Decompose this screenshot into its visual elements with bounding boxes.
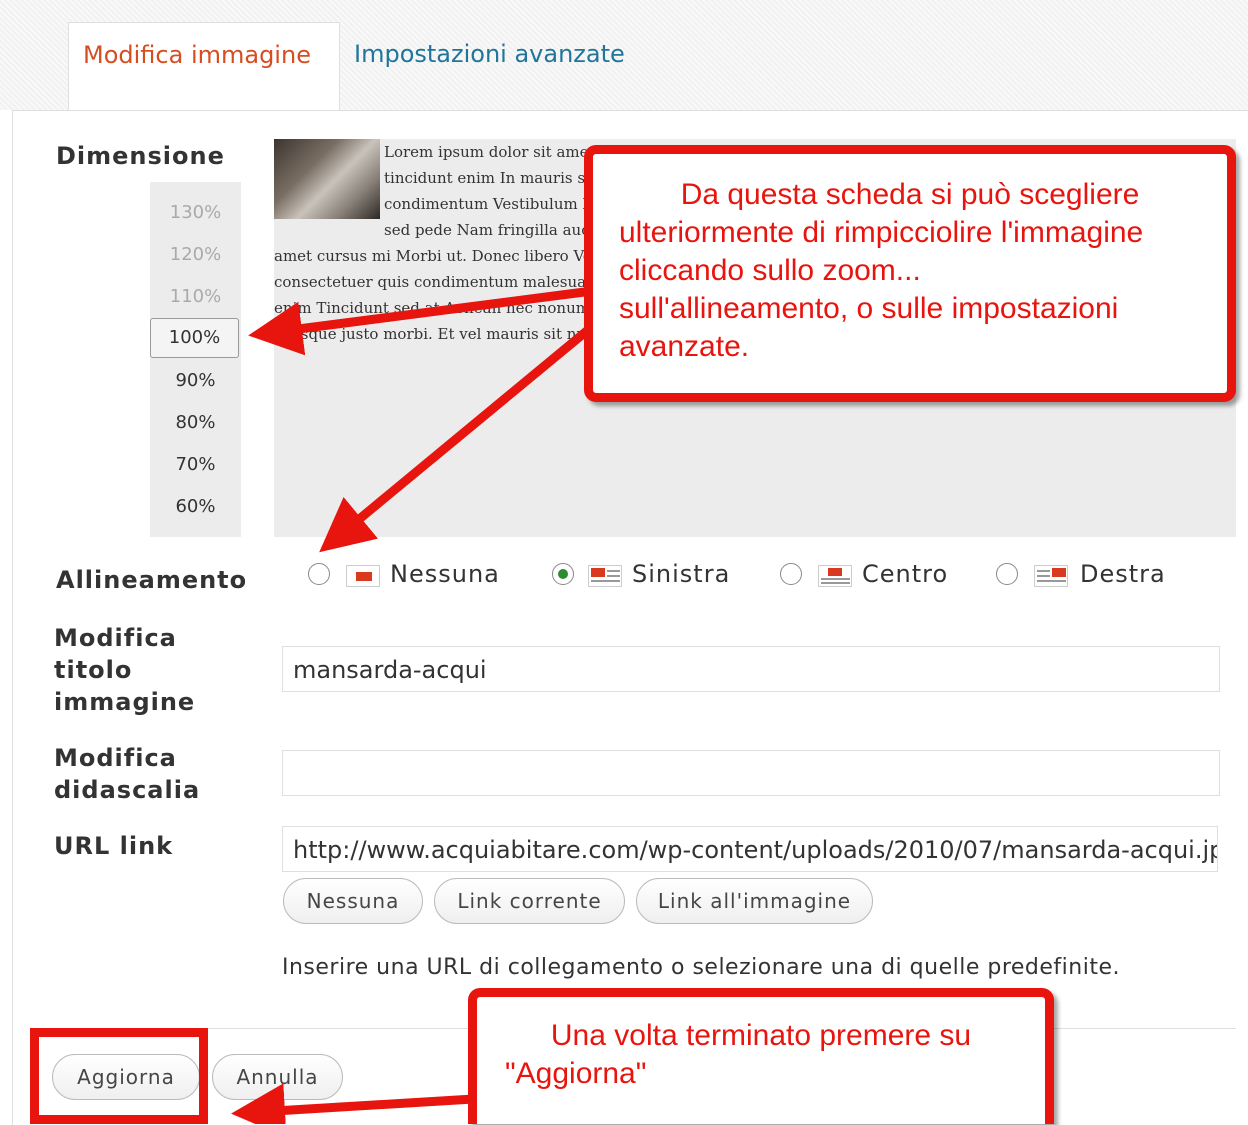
callout-bottom-line-2: "Aggiorna"	[505, 1057, 647, 1090]
callout-update-hint: Una volta terminato premere su "Aggiorna…	[468, 988, 1054, 1124]
callout-top-line-2: ulteriormente di rimpicciolire l'immagin…	[619, 216, 1144, 249]
arrow-to-zoom	[248, 285, 605, 356]
arrow-to-update	[231, 1083, 495, 1124]
callout-top-line-1: Da questa scheda si può scegliere	[680, 178, 1140, 211]
callout-top-line-5: avanzate.	[619, 330, 750, 363]
callout-tab-hint: Da questa scheda si può scegliere ulteri…	[584, 145, 1236, 402]
callout-top-line-4: sull'allineamento, o sulle impostazioni	[619, 292, 1119, 325]
callout-top-line-3: cliccando sullo zoom...	[619, 254, 921, 287]
arrow-to-alignment	[319, 315, 605, 553]
callout-bottom-line-1: Una volta terminato premere su	[550, 1019, 972, 1052]
